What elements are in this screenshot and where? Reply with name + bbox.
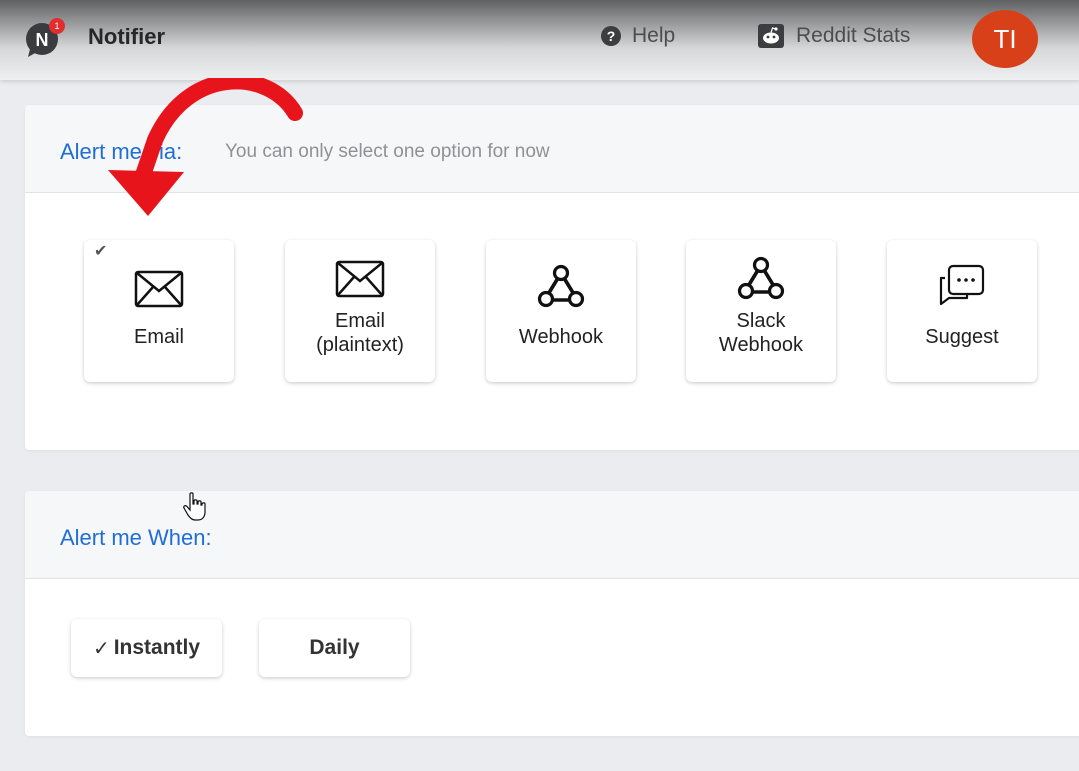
option-email[interactable]: ✔ Email bbox=[84, 240, 234, 382]
option-daily[interactable]: Daily bbox=[259, 619, 410, 677]
option-label: Suggest bbox=[925, 326, 999, 348]
user-avatar[interactable]: TI bbox=[972, 10, 1038, 68]
alert-via-hint: You can only select one option for now bbox=[225, 141, 550, 162]
alert-when-card: Alert me When: ✓ Instantly Daily bbox=[25, 491, 1079, 736]
logo-letter: N bbox=[36, 30, 49, 50]
app-name: Notifier bbox=[88, 24, 165, 49]
selected-check-icon: ✓ bbox=[92, 637, 110, 660]
reddit-stats-link[interactable]: Reddit Stats bbox=[758, 24, 910, 48]
envelope-icon bbox=[84, 270, 234, 308]
chat-bubble-icon bbox=[887, 264, 1037, 308]
option-label: Slack Webhook bbox=[718, 310, 804, 356]
svg-text:?: ? bbox=[607, 28, 616, 44]
alert-when-title: Alert me When: bbox=[60, 525, 212, 550]
option-slack-webhook[interactable]: Slack Webhook bbox=[686, 240, 836, 382]
option-label: Instantly bbox=[113, 636, 201, 659]
help-link[interactable]: ? Help bbox=[600, 24, 675, 48]
option-instantly[interactable]: ✓ Instantly bbox=[71, 619, 222, 677]
question-circle-icon: ? bbox=[601, 26, 621, 46]
help-label: Help bbox=[632, 24, 676, 47]
option-suggest[interactable]: Suggest bbox=[887, 240, 1037, 382]
webhook-icon bbox=[486, 262, 636, 310]
alert-via-title: Alert me via: bbox=[60, 139, 183, 164]
alert-when-header: Alert me When: bbox=[25, 491, 1079, 579]
notifier-logo[interactable]: N 1 bbox=[24, 17, 66, 59]
option-email-plaintext[interactable]: Email (plaintext) bbox=[285, 240, 435, 382]
reddit-icon bbox=[758, 24, 784, 48]
reddit-stats-label: Reddit Stats bbox=[796, 24, 911, 47]
webhook-icon bbox=[686, 254, 836, 302]
option-label: Daily bbox=[309, 636, 360, 659]
envelope-icon bbox=[285, 260, 435, 298]
option-label: Email bbox=[133, 326, 184, 348]
alert-via-header: Alert me via: You can only select one op… bbox=[25, 105, 1079, 193]
top-navbar: N 1 Notifier ? Help Reddit Stats TI bbox=[0, 0, 1079, 80]
notification-count-badge: 1 bbox=[54, 21, 59, 31]
selected-check-icon: ✔ bbox=[94, 243, 108, 260]
alert-via-card: Alert me via: You can only select one op… bbox=[25, 105, 1079, 450]
option-webhook[interactable]: Webhook bbox=[486, 240, 636, 382]
option-label: Email (plaintext) bbox=[316, 310, 404, 356]
option-label: Webhook bbox=[518, 326, 604, 348]
